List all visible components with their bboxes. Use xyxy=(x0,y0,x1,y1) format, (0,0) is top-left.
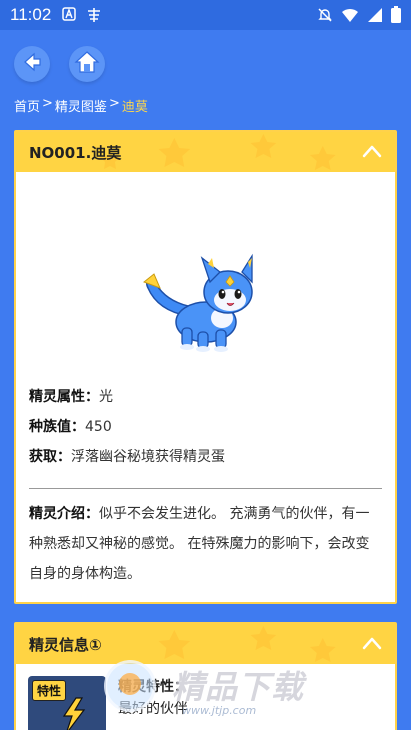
home-button[interactable] xyxy=(69,46,105,82)
back-arrow-icon xyxy=(20,50,44,78)
attribute-row: 精灵属性：光 xyxy=(29,382,395,412)
stats-row: 种族值：450 xyxy=(29,412,395,442)
chevron-up-icon[interactable] xyxy=(361,142,383,164)
lightning-icon xyxy=(62,697,86,730)
intro-paragraph: 精灵介绍：似乎不会发生进化。 充满勇气的伙伴，有一种熟悉却又神秘的感觉。 在特殊… xyxy=(29,499,382,589)
breadcrumb-current: 迪莫 xyxy=(121,100,148,115)
card-title: NO001.迪莫 xyxy=(29,143,122,162)
back-button[interactable] xyxy=(14,46,50,82)
dimo-creature-illustration xyxy=(143,253,253,352)
trait-label: 精灵特性： xyxy=(118,679,188,695)
attribute-label: 精灵属性： xyxy=(29,389,99,405)
a-app-icon xyxy=(62,7,76,26)
obtain-label: 获取： xyxy=(29,449,71,465)
stats-value: 450 xyxy=(85,419,112,435)
obtain-value: 浮落幽谷秘境获得精灵蛋 xyxy=(71,449,225,465)
status-time: 11:02 xyxy=(10,5,52,24)
spirit-portrait xyxy=(16,172,395,382)
breadcrumb-separator: > xyxy=(42,96,53,111)
battery-icon xyxy=(391,6,401,27)
mute-icon xyxy=(317,7,333,27)
breadcrumb-home[interactable]: 首页 xyxy=(14,96,40,115)
card-title: 精灵信息① xyxy=(29,635,102,654)
trait-info: 精灵特性： 最好的伙伴 xyxy=(118,676,188,720)
chevron-up-icon[interactable] xyxy=(361,634,383,656)
divider xyxy=(29,488,382,489)
trait-value: 最好的伙伴 xyxy=(118,701,188,717)
breadcrumb-separator: > xyxy=(108,96,120,111)
han-app-icon xyxy=(86,7,102,28)
intro-label: 精灵介绍： xyxy=(29,506,99,522)
spirit-detail-card: NO001.迪莫 精灵属性：光 种族值：450 获取：浮落幽谷秘境获得精灵蛋 精… xyxy=(14,130,397,604)
signal-icon xyxy=(367,7,383,27)
breadcrumb: 首页 > 精灵图鉴 > 迪莫 xyxy=(14,96,148,115)
status-bar: 11:02 xyxy=(0,0,411,30)
card-header[interactable]: NO001.迪莫 xyxy=(16,132,395,172)
wifi-icon xyxy=(341,7,359,27)
trait-thumbnail: 特性 xyxy=(28,676,106,730)
spirit-info-card: 精灵信息① 特性 精灵特性： 最好的伙伴 xyxy=(14,622,397,730)
obtain-row: 获取：浮落幽谷秘境获得精灵蛋 xyxy=(29,442,395,472)
breadcrumb-catalog[interactable]: 精灵图鉴 xyxy=(55,96,107,115)
card-header[interactable]: 精灵信息① xyxy=(16,624,395,664)
home-icon xyxy=(74,50,100,78)
attribute-value: 光 xyxy=(99,389,113,405)
stats-label: 种族值： xyxy=(29,419,85,435)
